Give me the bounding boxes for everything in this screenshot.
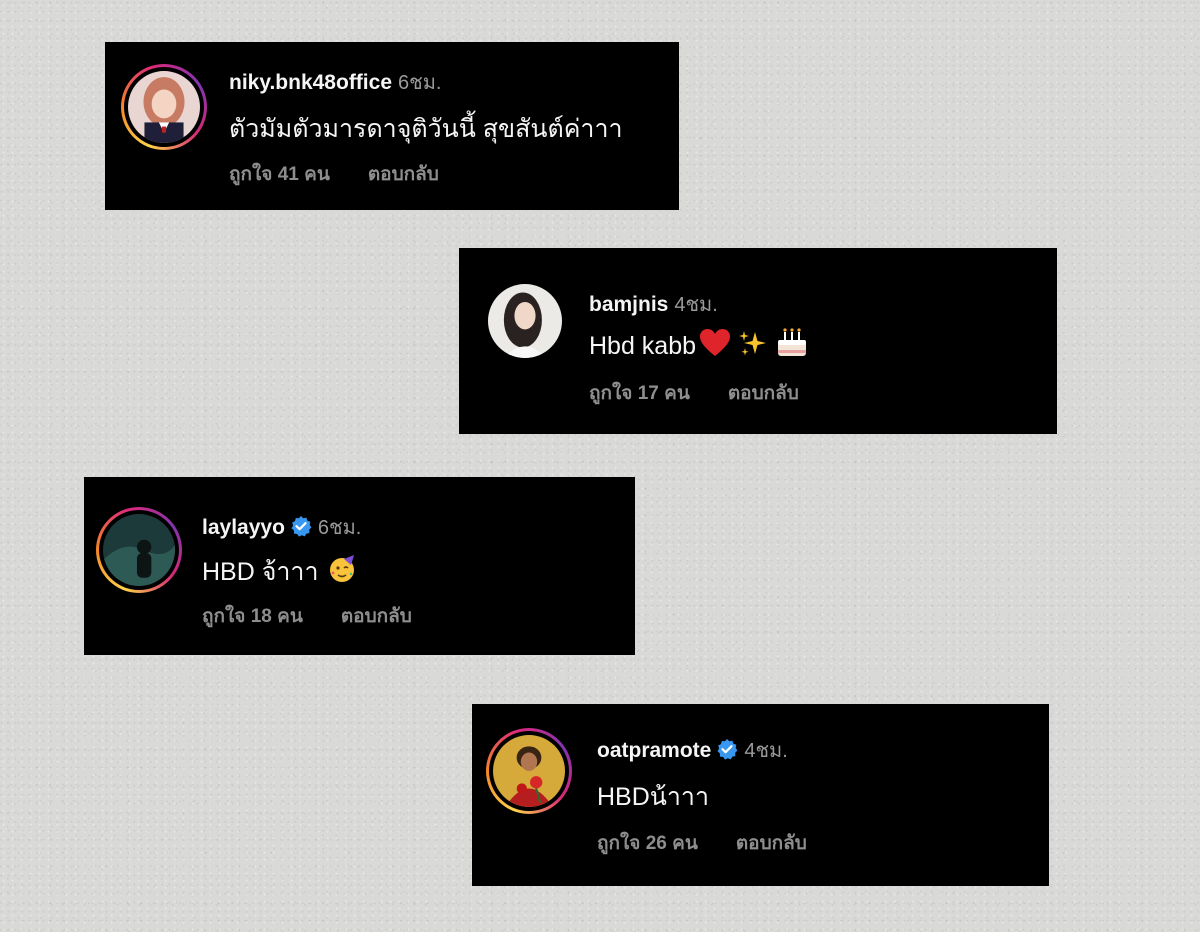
comment-meta: laylayyo 6ชม. xyxy=(202,511,361,543)
comment-actions: ถูกใจ 41 คน ตอบกลับ xyxy=(229,159,439,189)
comment-meta: niky.bnk48office 6ชม. xyxy=(229,66,441,98)
avatar-girl-portrait-photo xyxy=(488,284,562,358)
timestamp: 6ชม. xyxy=(317,517,362,539)
reply-button[interactable]: ตอบกลับ xyxy=(368,164,439,185)
avatar-man-with-roses-photo xyxy=(493,735,565,807)
username[interactable]: niky.bnk48office xyxy=(229,71,392,94)
username[interactable]: bamjnis xyxy=(589,293,668,316)
comment-text-row: Hbd kabb xyxy=(589,326,809,361)
comment-card-4: oatpramote 4ชม. HBDน้าาา ถูกใจ 26 คน ตอบกล… xyxy=(472,704,1049,886)
comment-text: HBD จ้าาา xyxy=(202,558,319,586)
reply-button[interactable]: ตอบกลับ xyxy=(341,606,412,627)
reply-button[interactable]: ตอบกลับ xyxy=(736,833,807,854)
avatar-girl-idol-photo xyxy=(128,71,200,143)
avatar[interactable] xyxy=(96,507,182,593)
sparkles-emoji xyxy=(739,331,767,356)
comment-text: ตัวมัมตัวมารดาจุติวันนี้ สุขสันต์ค่าาา xyxy=(229,115,623,143)
verified-badge-icon xyxy=(717,739,738,760)
username[interactable]: laylayyo xyxy=(202,516,285,539)
partying-face-emoji xyxy=(329,555,354,582)
comment-text: Hbd kabb xyxy=(589,332,697,360)
timestamp: 4ชม. xyxy=(674,294,718,316)
comment-card-1: niky.bnk48office 6ชม. ตัวมัมตัวมารดาจุติว… xyxy=(105,42,679,210)
comment-text: HBDน้าาา xyxy=(597,783,709,811)
timestamp: 4ชม. xyxy=(744,740,788,762)
avatar[interactable] xyxy=(121,64,207,150)
verified-badge-icon xyxy=(291,516,312,537)
comment-actions: ถูกใจ 17 คน ตอบกลับ xyxy=(589,378,799,408)
comment-text-row: HBD จ้าาา xyxy=(202,552,357,592)
likes-count[interactable]: ถูกใจ 18 คน xyxy=(202,606,303,627)
comment-meta: oatpramote 4ชม. xyxy=(597,734,788,766)
avatar[interactable] xyxy=(485,281,565,361)
reply-button[interactable]: ตอบกลับ xyxy=(728,383,799,404)
likes-count[interactable]: ถูกใจ 41 คน xyxy=(229,164,330,185)
birthday-cake-emoji xyxy=(778,328,807,356)
username[interactable]: oatpramote xyxy=(597,739,711,762)
comment-card-2: bamjnis 4ชม. Hbd kabb ถูกใจ 17 คน ตอบกลับ xyxy=(459,248,1057,434)
comment-actions: ถูกใจ 26 คน ตอบกลับ xyxy=(597,828,807,858)
comment-actions: ถูกใจ 18 คน ตอบกลับ xyxy=(202,601,412,631)
likes-count[interactable]: ถูกใจ 26 คน xyxy=(597,833,698,854)
likes-count[interactable]: ถูกใจ 17 คน xyxy=(589,383,690,404)
comment-card-3: laylayyo 6ชม. HBD จ้าาา ถูกใจ 18 คน ตอบกลั… xyxy=(84,477,635,655)
avatar[interactable] xyxy=(486,728,572,814)
avatar-silhouette-photo xyxy=(103,514,175,586)
red-heart-emoji xyxy=(700,329,731,356)
timestamp: 6ชม. xyxy=(398,72,442,94)
comment-meta: bamjnis 4ชม. xyxy=(589,288,718,320)
